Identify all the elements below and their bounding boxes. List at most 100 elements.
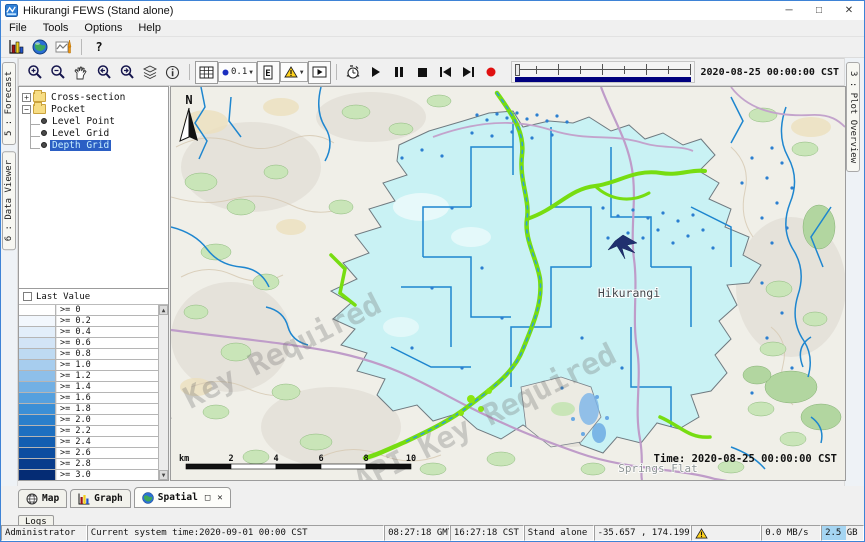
pan-hand-icon xyxy=(73,65,88,80)
menu-tools[interactable]: Tools xyxy=(35,21,77,35)
tab-spatial[interactable]: Spatial □ ✕ xyxy=(134,487,231,508)
time-slider[interactable] xyxy=(511,61,695,83)
menu-help[interactable]: Help xyxy=(130,21,169,35)
stop-button[interactable] xyxy=(411,61,434,84)
map-canvas: API Key Required API Key Required Hikura… xyxy=(171,87,845,480)
spatial-map[interactable]: API Key Required API Key Required Hikura… xyxy=(170,86,846,481)
status-mode: Stand alone xyxy=(524,525,594,541)
zoom-in-icon xyxy=(27,64,43,80)
legend-row[interactable]: >= 1.2 xyxy=(19,371,158,382)
play-button[interactable] xyxy=(365,61,388,84)
status-system-time: Current system time:2020-09-01 00:00 CST xyxy=(87,525,384,541)
color-swatch xyxy=(19,371,56,381)
svg-text:8: 8 xyxy=(363,454,368,464)
legend-row[interactable]: >= 3.0 xyxy=(19,470,158,480)
ruler-icon: E xyxy=(262,65,274,80)
legend-row[interactable]: >= 2.0 xyxy=(19,415,158,426)
zoom-next-button[interactable] xyxy=(115,61,138,84)
menu-file[interactable]: File xyxy=(1,21,35,35)
svg-text:km: km xyxy=(179,454,189,464)
tree-item-cross-section[interactable]: + Cross-section xyxy=(21,91,166,103)
tree-item-level-grid[interactable]: Level Grid xyxy=(21,127,166,139)
scale-bar-button[interactable]: E xyxy=(257,61,280,84)
tree-item-pocket[interactable]: − Pocket xyxy=(21,103,166,115)
color-swatch xyxy=(19,316,56,326)
maximize-button[interactable]: □ xyxy=(804,1,834,20)
color-swatch xyxy=(19,470,56,480)
minimize-button[interactable]: ─ xyxy=(774,1,804,20)
legend-row[interactable]: >= 1.8 xyxy=(19,404,158,415)
zoom-in-button[interactable] xyxy=(23,61,46,84)
legend-row[interactable]: >= 0.4 xyxy=(19,327,158,338)
expand-icon[interactable]: + xyxy=(22,93,31,102)
last-value-label: Last Value xyxy=(36,292,90,302)
scroll-up-icon[interactable]: ▲ xyxy=(159,305,168,315)
tab-plot-overview[interactable]: 3 : Plot Overview xyxy=(846,62,860,172)
record-button[interactable] xyxy=(480,61,503,84)
color-swatch xyxy=(19,437,56,447)
grid-display-button[interactable] xyxy=(4,38,28,57)
tab-data-viewer[interactable]: 6 : Data Viewer xyxy=(2,151,16,250)
skip-to-start-button[interactable] xyxy=(434,61,457,84)
color-swatch xyxy=(19,448,56,458)
zoom-previous-button[interactable] xyxy=(92,61,115,84)
legend-row[interactable]: >= 0.6 xyxy=(19,338,158,349)
pause-button[interactable] xyxy=(388,61,411,84)
legend-row[interactable]: >= 1.0 xyxy=(19,360,158,371)
grid-icon xyxy=(199,66,214,79)
timeseries-dialog-button[interactable] xyxy=(52,38,76,57)
toolbar-separator xyxy=(189,64,190,80)
tab-map[interactable]: Map xyxy=(18,489,67,508)
layer-tree: + Cross-section − Pocket Level Point Lev… xyxy=(19,87,168,289)
legend-panel: Last Value >= 0 >= 0.2 >= 0.4 >= 0.6 >= … xyxy=(19,289,168,480)
stop-icon xyxy=(418,68,427,77)
skip-to-end-button[interactable] xyxy=(457,61,480,84)
legend-row[interactable]: >= 2.4 xyxy=(19,437,158,448)
legend-row[interactable]: >= 0 xyxy=(19,305,158,316)
tab-close-icon[interactable]: ✕ xyxy=(217,493,222,503)
tab-maximize-icon[interactable]: □ xyxy=(205,493,210,503)
animation-settings-button[interactable] xyxy=(342,61,365,84)
legend-row[interactable]: >= 2.8 xyxy=(19,459,158,470)
status-bar: Administrator Current system time:2020-0… xyxy=(1,525,864,541)
last-value-checkbox[interactable] xyxy=(23,292,32,301)
tab-graph[interactable]: Graph xyxy=(70,489,131,508)
close-button[interactable]: ✕ xyxy=(834,1,864,20)
pan-button[interactable] xyxy=(69,61,92,84)
warnings-dropdown[interactable]: ▼ xyxy=(280,62,308,82)
legend-row[interactable]: >= 1.6 xyxy=(19,393,158,404)
zoom-out-button[interactable] xyxy=(46,61,69,84)
skip-start-icon xyxy=(440,67,451,77)
spatial-display-button[interactable] xyxy=(28,38,52,57)
timer-icon xyxy=(345,64,361,80)
legend-scrollbar[interactable]: ▲ ▼ xyxy=(158,305,168,480)
scroll-down-icon[interactable]: ▼ xyxy=(159,470,168,480)
contour-interval-dropdown[interactable]: 0.1 ▼ xyxy=(218,62,257,82)
help-button[interactable]: ? xyxy=(87,38,111,57)
info-button[interactable] xyxy=(161,61,184,84)
legend-row[interactable]: >= 0.2 xyxy=(19,316,158,327)
layers-icon xyxy=(142,65,158,80)
legend-row[interactable]: >= 1.4 xyxy=(19,382,158,393)
legend-row[interactable]: >= 0.8 xyxy=(19,349,158,360)
classbreaks-grid-button[interactable] xyxy=(195,61,218,84)
status-warning-cell[interactable] xyxy=(691,525,761,541)
tab-forecast[interactable]: 5 : Forecast xyxy=(2,62,16,145)
layers-button[interactable] xyxy=(138,61,161,84)
color-swatch xyxy=(19,404,56,414)
color-swatch xyxy=(19,426,56,436)
tree-item-depth-grid[interactable]: Depth Grid xyxy=(21,139,166,151)
record-icon xyxy=(486,67,496,77)
status-gmt-time: 08:27:18 GMT xyxy=(384,525,450,541)
slider-thumb[interactable] xyxy=(515,64,520,76)
movie-play-icon xyxy=(312,66,327,78)
timeline-datetime: 2020-08-25 00:00:00 CST xyxy=(701,67,841,78)
legend-row[interactable]: >= 2.2 xyxy=(19,426,158,437)
svg-text:6: 6 xyxy=(318,454,323,464)
menu-options[interactable]: Options xyxy=(76,21,130,35)
legend-row[interactable]: >= 2.6 xyxy=(19,448,158,459)
movie-export-button[interactable] xyxy=(308,61,331,84)
svg-text:E: E xyxy=(266,69,271,79)
tree-item-level-point[interactable]: Level Point xyxy=(21,115,166,127)
svg-text:2: 2 xyxy=(228,454,233,464)
